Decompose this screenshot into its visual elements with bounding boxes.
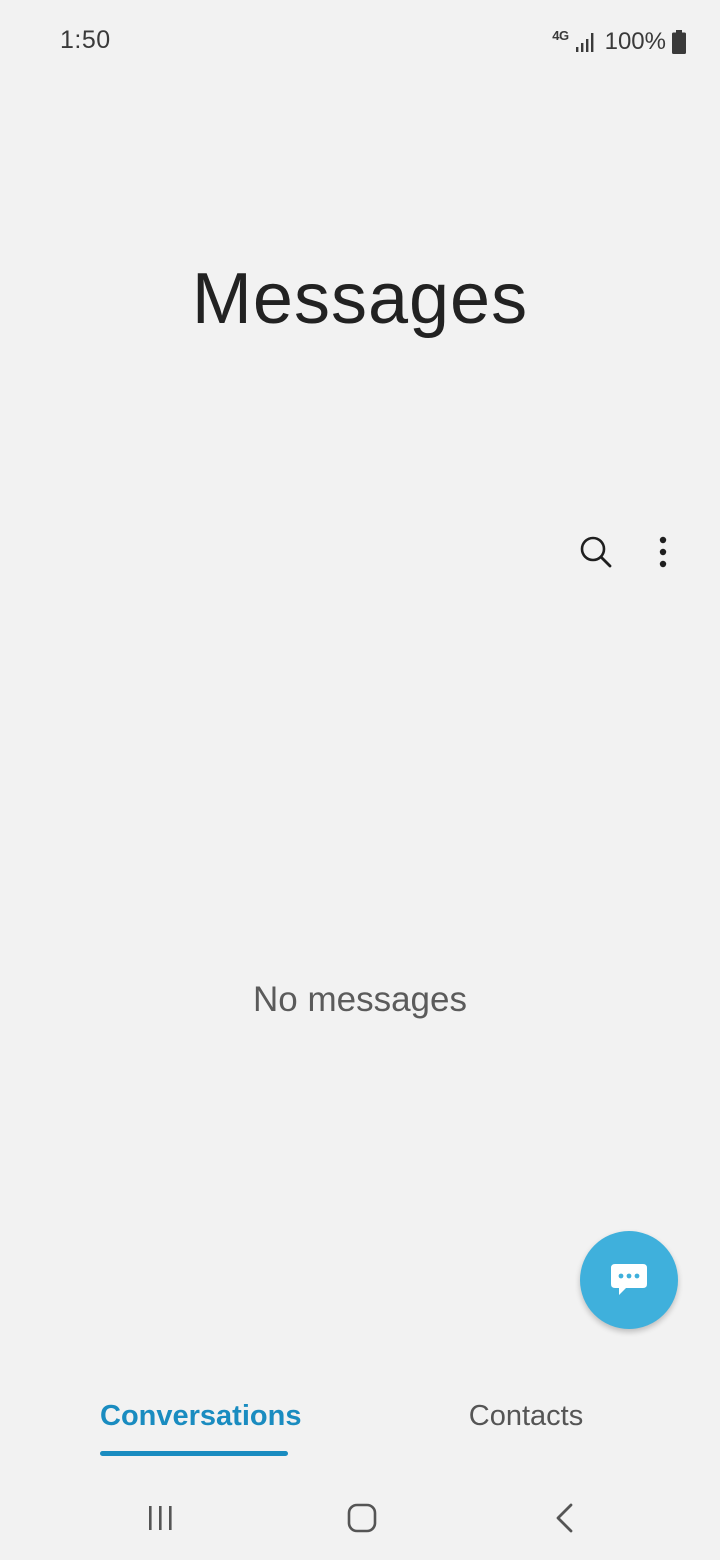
signal-icon xyxy=(575,33,594,52)
network-type: 4G xyxy=(552,27,569,43)
tab-contacts[interactable]: Contacts xyxy=(440,1400,612,1456)
more-vertical-icon xyxy=(659,536,667,568)
status-indicators: 4G 100% xyxy=(552,26,686,58)
search-icon xyxy=(580,536,612,568)
compose-chat-icon xyxy=(611,1264,647,1295)
tab-selected-indicator xyxy=(100,1451,288,1456)
system-navigation-bar xyxy=(0,1480,720,1560)
compose-message-button[interactable] xyxy=(580,1231,678,1329)
status-time: 1:50 xyxy=(60,26,111,54)
empty-state-text: No messages xyxy=(253,980,467,1019)
battery-percentage: 100% xyxy=(604,28,666,55)
tab-conversations[interactable]: Conversations xyxy=(100,1400,301,1456)
recents-icon xyxy=(149,1506,172,1530)
page-title: Messages xyxy=(191,259,529,339)
back-icon xyxy=(556,1503,573,1533)
more-options-button[interactable] xyxy=(640,528,686,576)
tab-conversations-label: Conversations xyxy=(100,1400,302,1432)
back-button[interactable] xyxy=(534,1494,594,1542)
home-button[interactable] xyxy=(332,1494,392,1542)
tab-contacts-label: Contacts xyxy=(468,1400,584,1432)
recents-button[interactable] xyxy=(131,1494,191,1542)
search-button[interactable] xyxy=(572,528,620,576)
status-bar: 1:50 4G 100% xyxy=(0,0,720,84)
home-icon xyxy=(347,1503,377,1533)
battery-icon xyxy=(672,30,686,54)
